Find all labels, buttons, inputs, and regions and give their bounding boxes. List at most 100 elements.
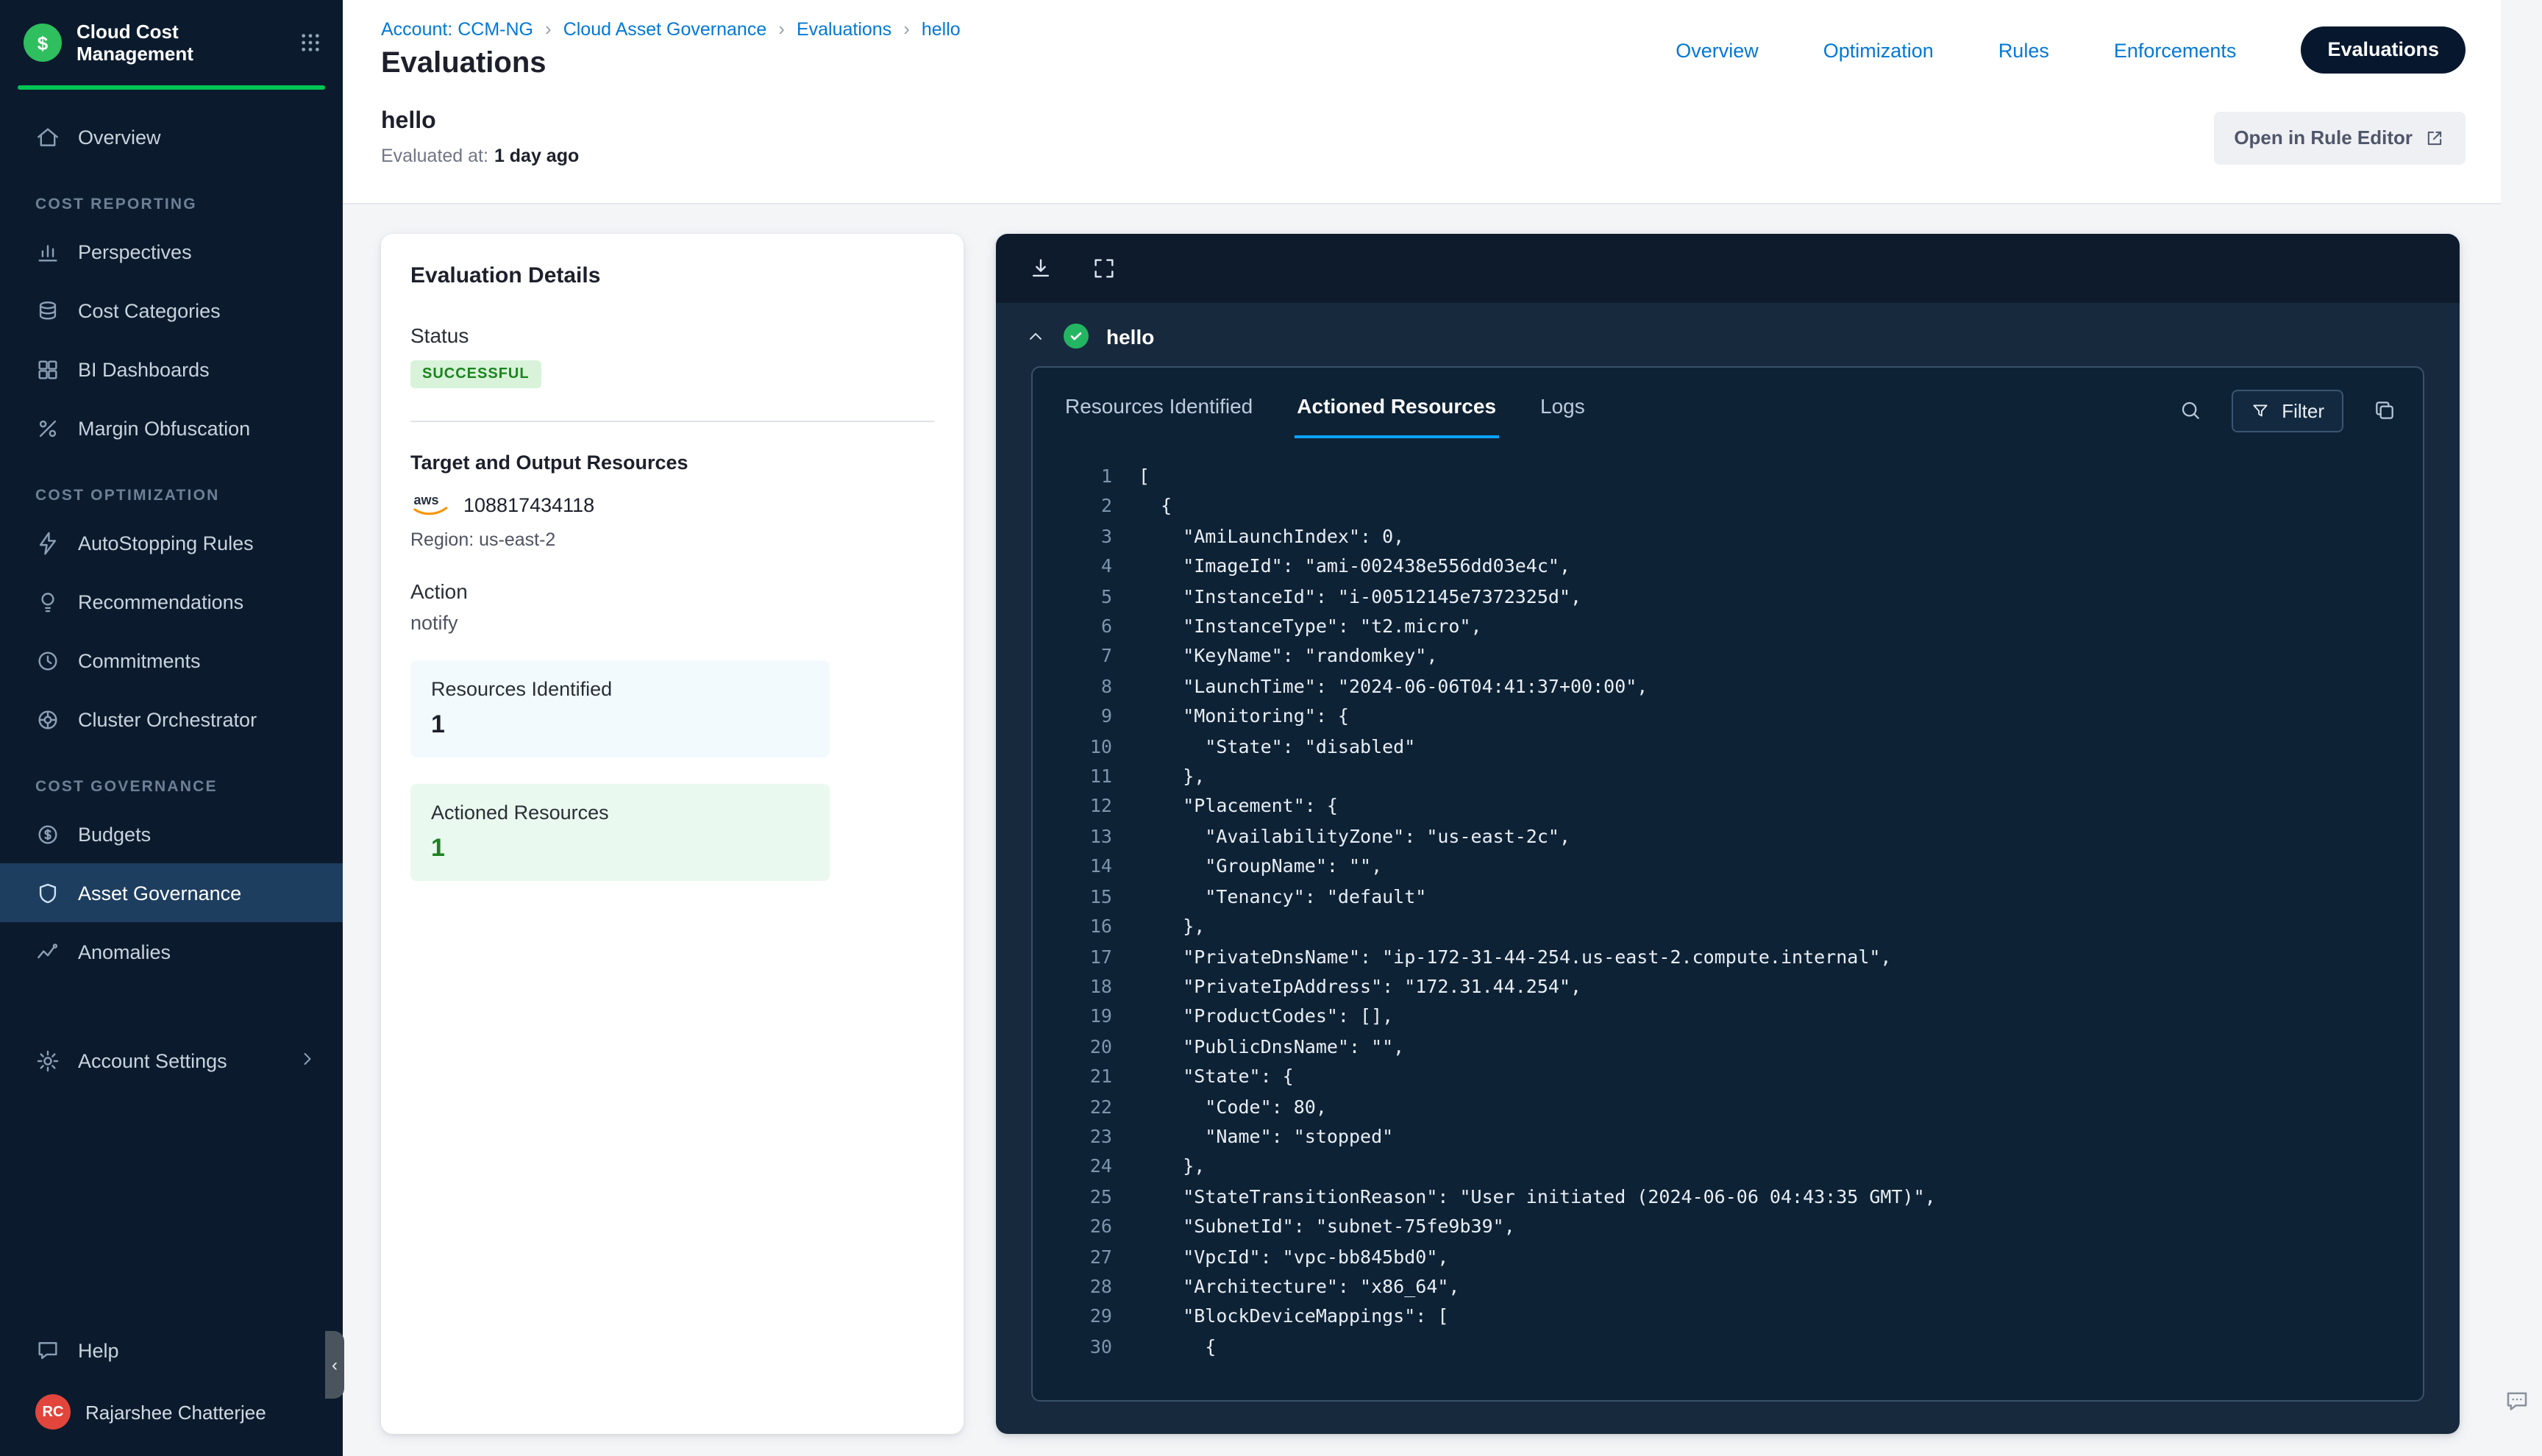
code-line: "InstanceId": "i-00512145e7372325d", — [1047, 582, 2399, 612]
nav-evaluations-active[interactable]: Evaluations — [2301, 26, 2466, 74]
json-output[interactable]: [ { "AmiLaunchIndex": 0, "ImageId": "ami… — [1033, 444, 2423, 1400]
code-line: "Architecture": "x86_64", — [1047, 1272, 2399, 1302]
sidebar-item-overview[interactable]: Overview — [0, 107, 343, 166]
action-label: Action — [410, 579, 934, 603]
copy-button[interactable] — [2373, 399, 2396, 422]
code-line: "StateTransitionReason": "User initiated… — [1047, 1182, 2399, 1213]
sidebar-item-bi-dashboards[interactable]: BI Dashboards — [0, 340, 343, 399]
sidebar-item-label: Perspectives — [78, 240, 192, 263]
filter-button[interactable]: Filter — [2232, 389, 2343, 432]
sidebar-item-label: Recommendations — [78, 590, 243, 613]
sidebar-item-help[interactable]: Help — [0, 1321, 343, 1380]
sidebar: $ Cloud Cost Management Overview — [0, 0, 343, 1456]
sidebar-item-label: Budgets — [78, 823, 151, 845]
sidebar-item-label: Commitments — [78, 649, 201, 671]
breadcrumb-account[interactable]: Account: CCM-NG — [381, 18, 533, 39]
code-line: "Code": 80, — [1047, 1092, 2399, 1122]
download-button[interactable] — [1028, 256, 1053, 281]
home-icon — [35, 124, 60, 149]
viewer-tabs: Resources Identified Actioned Resources … — [1062, 382, 1588, 438]
app-switcher-icon[interactable] — [299, 31, 322, 54]
code-line: "Monitoring": { — [1047, 702, 2399, 732]
action-value: notify — [410, 612, 934, 634]
sidebar-footer: Help RC Rajarshee Chatterjee — [0, 1321, 343, 1456]
output-toolbar — [996, 234, 2460, 303]
breadcrumb-current[interactable]: hello — [922, 18, 961, 39]
evaluated-at-value: 1 day ago — [494, 146, 579, 166]
code-line: "KeyName": "randomkey", — [1047, 642, 2399, 672]
nav-overview[interactable]: Overview — [1676, 39, 1759, 61]
actioned-resources-box: Actioned Resources 1 — [410, 784, 830, 881]
sidebar-item-asset-governance[interactable]: Asset Governance — [0, 863, 343, 922]
section-label-cost-governance: COST GOVERNANCE — [0, 778, 343, 796]
search-button[interactable] — [2179, 399, 2202, 422]
section-label-cost-optimization: COST OPTIMIZATION — [0, 487, 343, 504]
main-area: Account: CCM-NG › Cloud Asset Governance… — [343, 0, 2501, 1456]
status-badge: SUCCESSFUL — [410, 360, 541, 388]
region-text: Region: us-east-2 — [410, 529, 934, 550]
sidebar-item-autostopping-rules[interactable]: AutoStopping Rules — [0, 513, 343, 572]
dashboard-grid-icon — [35, 357, 60, 382]
result-title: hello — [1106, 324, 1154, 348]
assistant-chat-icon[interactable] — [2504, 1388, 2530, 1422]
code-line: "VpcId": "vpc-bb845bd0", — [1047, 1242, 2399, 1272]
gear-icon — [35, 1048, 60, 1073]
sidebar-item-label: Margin Obfuscation — [78, 417, 250, 439]
sidebar-item-account-settings[interactable]: Account Settings — [0, 1031, 343, 1090]
fullscreen-button[interactable] — [1092, 256, 1117, 281]
sidebar-item-cluster-orchestrator[interactable]: Cluster Orchestrator — [0, 690, 343, 749]
section-label-cost-reporting: COST REPORTING — [0, 196, 343, 213]
code-line: }, — [1047, 1152, 2399, 1182]
output-body: hello Resources Identified Actioned Reso… — [996, 303, 2460, 1434]
chat-bubble-icon — [35, 1338, 60, 1363]
tab-resources-identified[interactable]: Resources Identified — [1062, 382, 1256, 438]
chevron-right-icon: › — [545, 18, 552, 40]
sidebar-item-perspectives[interactable]: Perspectives — [0, 222, 343, 281]
divider — [410, 421, 934, 422]
sidebar-item-commitments[interactable]: Commitments — [0, 631, 343, 690]
status-label: Status — [410, 324, 934, 347]
breadcrumb-evaluations[interactable]: Evaluations — [797, 18, 891, 39]
nav-enforcements[interactable]: Enforcements — [2114, 39, 2237, 61]
evaluation-subheader: hello Evaluated at:1 day ago Open in Rul… — [381, 109, 2466, 166]
code-line: { — [1047, 1332, 2399, 1363]
sidebar-item-cost-categories[interactable]: Cost Categories — [0, 281, 343, 340]
helm-wheel-icon — [35, 707, 60, 732]
actioned-resources-value: 1 — [431, 834, 809, 863]
app-title-line2: Management — [76, 43, 284, 65]
nav-rules[interactable]: Rules — [1998, 39, 2049, 61]
sidebar-item-anomalies[interactable]: Anomalies — [0, 922, 343, 981]
open-in-rule-editor-button[interactable]: Open in Rule Editor — [2213, 111, 2466, 164]
chevron-right-icon — [297, 1048, 322, 1073]
account-id: 108817434118 — [463, 493, 594, 515]
code-line: }, — [1047, 912, 2399, 942]
viewer-actions: Filter — [2179, 389, 2396, 432]
evaluated-at-label: Evaluated at: — [381, 146, 488, 166]
open-in-rule-editor-label: Open in Rule Editor — [2234, 126, 2413, 149]
tab-logs[interactable]: Logs — [1537, 382, 1588, 438]
aws-logo-icon: aws — [410, 491, 452, 518]
sidebar-item-recommendations[interactable]: Recommendations — [0, 572, 343, 631]
sidebar-item-label: Overview — [78, 126, 161, 148]
breadcrumb: Account: CCM-NG › Cloud Asset Governance… — [381, 18, 961, 40]
sidebar-item-margin-obfuscation[interactable]: Margin Obfuscation — [0, 399, 343, 457]
lightbulb-icon — [35, 589, 60, 614]
nav-optimization[interactable]: Optimization — [1823, 39, 1934, 61]
evaluation-heading: hello Evaluated at:1 day ago — [381, 109, 579, 166]
code-line: "SubnetId": "subnet-75fe9b39", — [1047, 1212, 2399, 1242]
sidebar-item-budgets[interactable]: Budgets — [0, 804, 343, 863]
sidebar-item-label: Cluster Orchestrator — [78, 708, 257, 730]
code-line: "Tenancy": "default" — [1047, 882, 2399, 912]
lightning-icon — [35, 530, 60, 555]
svg-text:aws: aws — [413, 493, 438, 507]
breadcrumb-cloud-asset-governance[interactable]: Cloud Asset Governance — [563, 18, 767, 39]
code-line: "InstanceType": "t2.micro", — [1047, 612, 2399, 642]
chevron-up-icon[interactable] — [1025, 326, 1046, 346]
app: $ Cloud Cost Management Overview — [0, 0, 2542, 1456]
viewer-tabs-row: Resources Identified Actioned Resources … — [1033, 368, 2423, 438]
tab-actioned-resources[interactable]: Actioned Resources — [1294, 382, 1499, 438]
user-menu[interactable]: RC Rajarshee Chatterjee — [0, 1380, 343, 1441]
app-title: Cloud Cost Management — [76, 21, 284, 65]
sidebar-item-label: Account Settings — [78, 1049, 227, 1071]
sidebar-collapse-handle[interactable]: ‹ — [325, 1331, 344, 1399]
